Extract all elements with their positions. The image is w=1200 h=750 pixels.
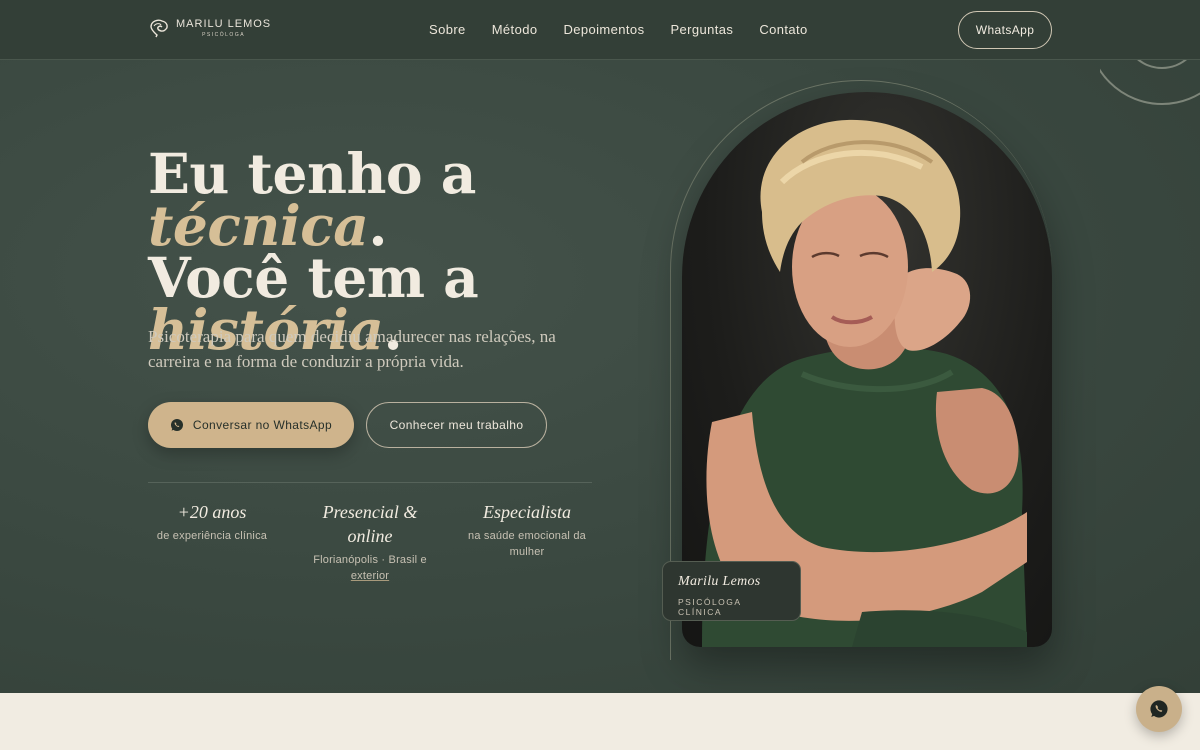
- hero-section: MARILU LEMOS PSICÓLOGA Sobre Método Depo…: [0, 0, 1200, 693]
- portrait-name-card: Marilu Lemos PSICÓLOGA CLÍNICA: [662, 561, 801, 621]
- stat-location: Florianópolis · Brasil e: [313, 554, 427, 566]
- whatsapp-icon: [1150, 700, 1168, 718]
- portrait-name: Marilu Lemos: [678, 574, 761, 589]
- stats-divider: [148, 482, 592, 483]
- hero-lead: Psicoterapia para quem decidiu amadurece…: [148, 327, 556, 371]
- stat-experience: +20 anos de experiência clínica: [142, 500, 282, 544]
- whatsapp-chat-button[interactable]: Conversar no WhatsApp: [148, 402, 354, 448]
- portrait-role: PSICÓLOGA CLÍNICA: [678, 597, 742, 617]
- stat-specialty: Especialista na saúde emocional da mulhe…: [457, 500, 597, 560]
- brand-name: MARILU LEMOS: [176, 17, 272, 30]
- whatsapp-chat-label: Conversar no WhatsApp: [192, 418, 333, 432]
- whatsapp-icon: [170, 419, 183, 431]
- stat-title: Especialista: [483, 502, 571, 522]
- stat-link-exterior[interactable]: exterior: [351, 570, 389, 582]
- top-navbar: MARILU LEMOS PSICÓLOGA Sobre Método Depo…: [0, 0, 1200, 60]
- stat-title: +20 anos: [177, 502, 247, 522]
- nav-whatsapp-button[interactable]: WhatsApp: [958, 11, 1052, 49]
- stat-text: na saúde emocional da mulher: [468, 530, 586, 558]
- stat-title: Presencial & online: [322, 502, 418, 546]
- nav-item-depoimentos[interactable]: Depoimentos: [563, 22, 644, 37]
- stat-text: de experiência clínica: [156, 530, 268, 542]
- floating-whatsapp-button[interactable]: [1136, 686, 1182, 732]
- stat-text: Florianópolis · Brasil e exterior: [300, 552, 440, 584]
- nav-item-contato[interactable]: Contato: [759, 22, 807, 37]
- stat-modality: Presencial & online Florianópolis · Bras…: [300, 500, 440, 584]
- brain-logo-icon: [150, 19, 168, 38]
- nav-item-metodo[interactable]: Método: [492, 22, 538, 37]
- learn-more-button[interactable]: Conhecer meu trabalho: [366, 402, 547, 448]
- brand-subtitle: PSICÓLOGA: [202, 31, 246, 38]
- nav-item-sobre[interactable]: Sobre: [429, 22, 466, 37]
- main-menu: Sobre Método Depoimentos Perguntas Conta…: [429, 22, 808, 37]
- next-section-band: [0, 693, 1200, 750]
- brand-logo[interactable]: MARILU LEMOS PSICÓLOGA: [148, 18, 271, 38]
- nav-item-perguntas[interactable]: Perguntas: [670, 22, 733, 37]
